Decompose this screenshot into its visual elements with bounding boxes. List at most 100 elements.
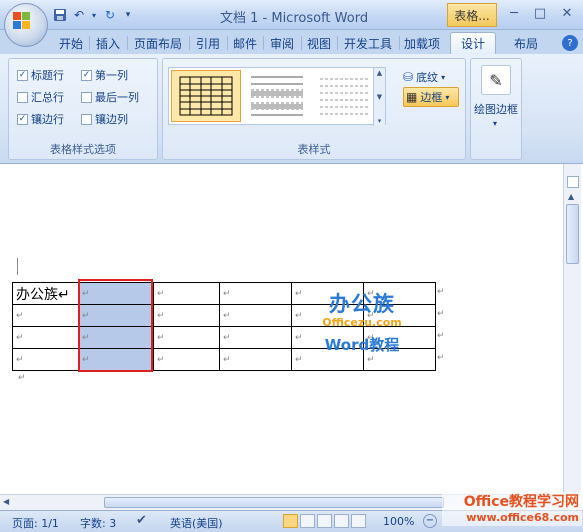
table-cell[interactable]: ↵: [153, 282, 220, 305]
table-style-grid[interactable]: [171, 70, 241, 122]
checkbox-box: ✓: [17, 69, 28, 81]
table-style-options-group: ✓ 标题行 ✓ 第一列 汇总行 最后一列 ✓ 镶边行 镶边列 表格样式选项: [8, 58, 158, 160]
tab-layout[interactable]: 布局: [504, 32, 548, 54]
checkbox-total-row[interactable]: 汇总行: [17, 89, 64, 105]
chevron-down-icon: ▾: [445, 92, 450, 102]
watermark-logo-text: 办公族: [329, 292, 395, 316]
maximize-icon[interactable]: □: [529, 5, 551, 22]
checkbox-header-row[interactable]: ✓ 标题行: [17, 67, 64, 83]
chevron-down-icon: ▾: [441, 72, 446, 82]
row-end-mark: ↵: [437, 331, 445, 341]
checkbox-box: ✓: [81, 69, 92, 81]
selection-highlight-frame: [78, 279, 153, 372]
ruler-toggle-icon[interactable]: [567, 176, 579, 188]
shaded-style-icon: [251, 76, 303, 116]
proofing-icon[interactable]: ✔: [136, 513, 147, 528]
corner-watermark: Office教程学习网 www.office68.com: [442, 492, 582, 526]
checkbox-last-column[interactable]: 最后一列: [81, 89, 139, 105]
tab-home[interactable]: 开始: [54, 32, 88, 54]
table-cell[interactable]: ↵: [153, 348, 220, 371]
draw-borders-group: ✎ 绘图边框 ▾: [470, 58, 522, 160]
checkbox-banded-columns[interactable]: 镶边列: [81, 111, 128, 127]
checkbox-banded-rows[interactable]: ✓ 镶边行: [17, 111, 64, 127]
word-count[interactable]: 字数: 3: [80, 515, 116, 531]
vertical-scrollbar[interactable]: ▲: [563, 164, 581, 494]
gallery-scroll[interactable]: ▲ ▼ ▾: [373, 68, 385, 126]
table-cell[interactable]: ↵: [153, 326, 220, 349]
checkbox-box: [81, 91, 92, 103]
shading-label: 底纹: [416, 71, 439, 84]
checkbox-label: 镶边列: [95, 113, 128, 126]
table-cell[interactable]: ↵: [219, 348, 292, 371]
ruler-top: [0, 164, 563, 184]
undo-icon[interactable]: ↶: [72, 6, 86, 24]
undo-dropdown-icon[interactable]: ▾: [90, 6, 98, 24]
scroll-left-icon[interactable]: ◀: [3, 497, 9, 506]
checkbox-label: 标题行: [31, 69, 64, 82]
scroll-thumb[interactable]: [566, 204, 579, 264]
zoom-out-icon[interactable]: −: [423, 514, 437, 528]
customize-qat-icon[interactable]: ▾: [122, 6, 134, 24]
tab-mailings[interactable]: 邮件: [228, 32, 262, 54]
chevron-down-icon: ▾: [493, 119, 498, 128]
gallery-up-icon[interactable]: ▲: [377, 69, 382, 77]
watermark-tagline: Word教程: [324, 336, 400, 354]
draw-borders-label: 绘图边框: [474, 103, 518, 116]
checkbox-label: 第一列: [95, 69, 128, 82]
tab-references[interactable]: 引用: [190, 32, 226, 54]
checkbox-label: 最后一列: [95, 91, 139, 104]
table-cell[interactable]: ↵: [219, 282, 292, 305]
table-cell[interactable]: ↵: [12, 326, 79, 349]
row-end-mark: ↵: [437, 309, 445, 319]
table-cell[interactable]: 办公族↵: [12, 282, 79, 305]
row-end-mark: ↵: [437, 353, 445, 363]
draw-borders-button[interactable]: ✎: [481, 65, 511, 95]
full-screen-reading-icon[interactable]: [300, 514, 315, 528]
print-layout-icon[interactable]: [283, 514, 298, 528]
outline-icon[interactable]: [334, 514, 349, 528]
checkbox-box: ✓: [17, 113, 28, 125]
grid-style-icon: [179, 76, 233, 116]
redo-icon[interactable]: ↻: [102, 6, 118, 24]
table-cell[interactable]: ↵: [12, 304, 79, 327]
language[interactable]: 英语(美国): [170, 515, 223, 531]
scroll-up-icon[interactable]: ▲: [568, 192, 574, 201]
paint-bucket-icon: ⛁: [403, 70, 414, 84]
minimize-icon[interactable]: ─: [503, 5, 525, 22]
corner-watermark-url: www.office68.com: [466, 511, 579, 524]
scroll-thumb[interactable]: [104, 497, 444, 508]
tab-design[interactable]: 设计: [450, 32, 496, 54]
page-count[interactable]: 页面: 1/1: [12, 515, 59, 531]
gallery-down-icon[interactable]: ▼: [377, 93, 382, 101]
quick-access-toolbar: ↶ ▾ ↻ ▾: [52, 5, 134, 25]
gallery-more-icon[interactable]: ▾: [378, 117, 382, 125]
table-cell[interactable]: ↵: [219, 326, 292, 349]
save-icon[interactable]: [52, 6, 68, 24]
window-title: 文档 1 - Microsoft Word: [220, 11, 369, 26]
watermark-logo: 办公族 Officezu.com Word教程: [314, 292, 410, 362]
tab-review[interactable]: 审阅: [264, 32, 300, 54]
table-cell[interactable]: ↵: [12, 348, 79, 371]
table-style-light-shading[interactable]: [242, 70, 312, 122]
view-buttons: [283, 514, 366, 528]
shading-button[interactable]: ⛁ 底纹 ▾: [403, 67, 445, 87]
draft-icon[interactable]: [351, 514, 366, 528]
table-cell[interactable]: ↵: [153, 304, 220, 327]
tab-view[interactable]: 视图: [302, 32, 336, 54]
checkbox-first-column[interactable]: ✓ 第一列: [81, 67, 128, 83]
office-logo-icon: [13, 12, 31, 30]
tab-insert[interactable]: 插入: [90, 32, 126, 54]
borders-button[interactable]: ▦ 边框 ▾: [403, 87, 459, 107]
help-icon[interactable]: ?: [562, 35, 578, 51]
checkbox-label: 汇总行: [31, 91, 64, 104]
tab-page-layout[interactable]: 页面布局: [128, 32, 188, 54]
tab-add-ins[interactable]: 加载项: [400, 32, 444, 54]
web-layout-icon[interactable]: [317, 514, 332, 528]
zoom-level[interactable]: 100%: [383, 515, 414, 528]
table-cell[interactable]: ↵: [219, 304, 292, 327]
pencil-icon: ✎: [489, 70, 503, 90]
watermark-site: Officezu.com: [322, 316, 402, 329]
close-icon[interactable]: ✕: [556, 5, 578, 22]
list-style-icon: [320, 78, 368, 115]
tab-developer[interactable]: 开发工具: [338, 32, 398, 54]
